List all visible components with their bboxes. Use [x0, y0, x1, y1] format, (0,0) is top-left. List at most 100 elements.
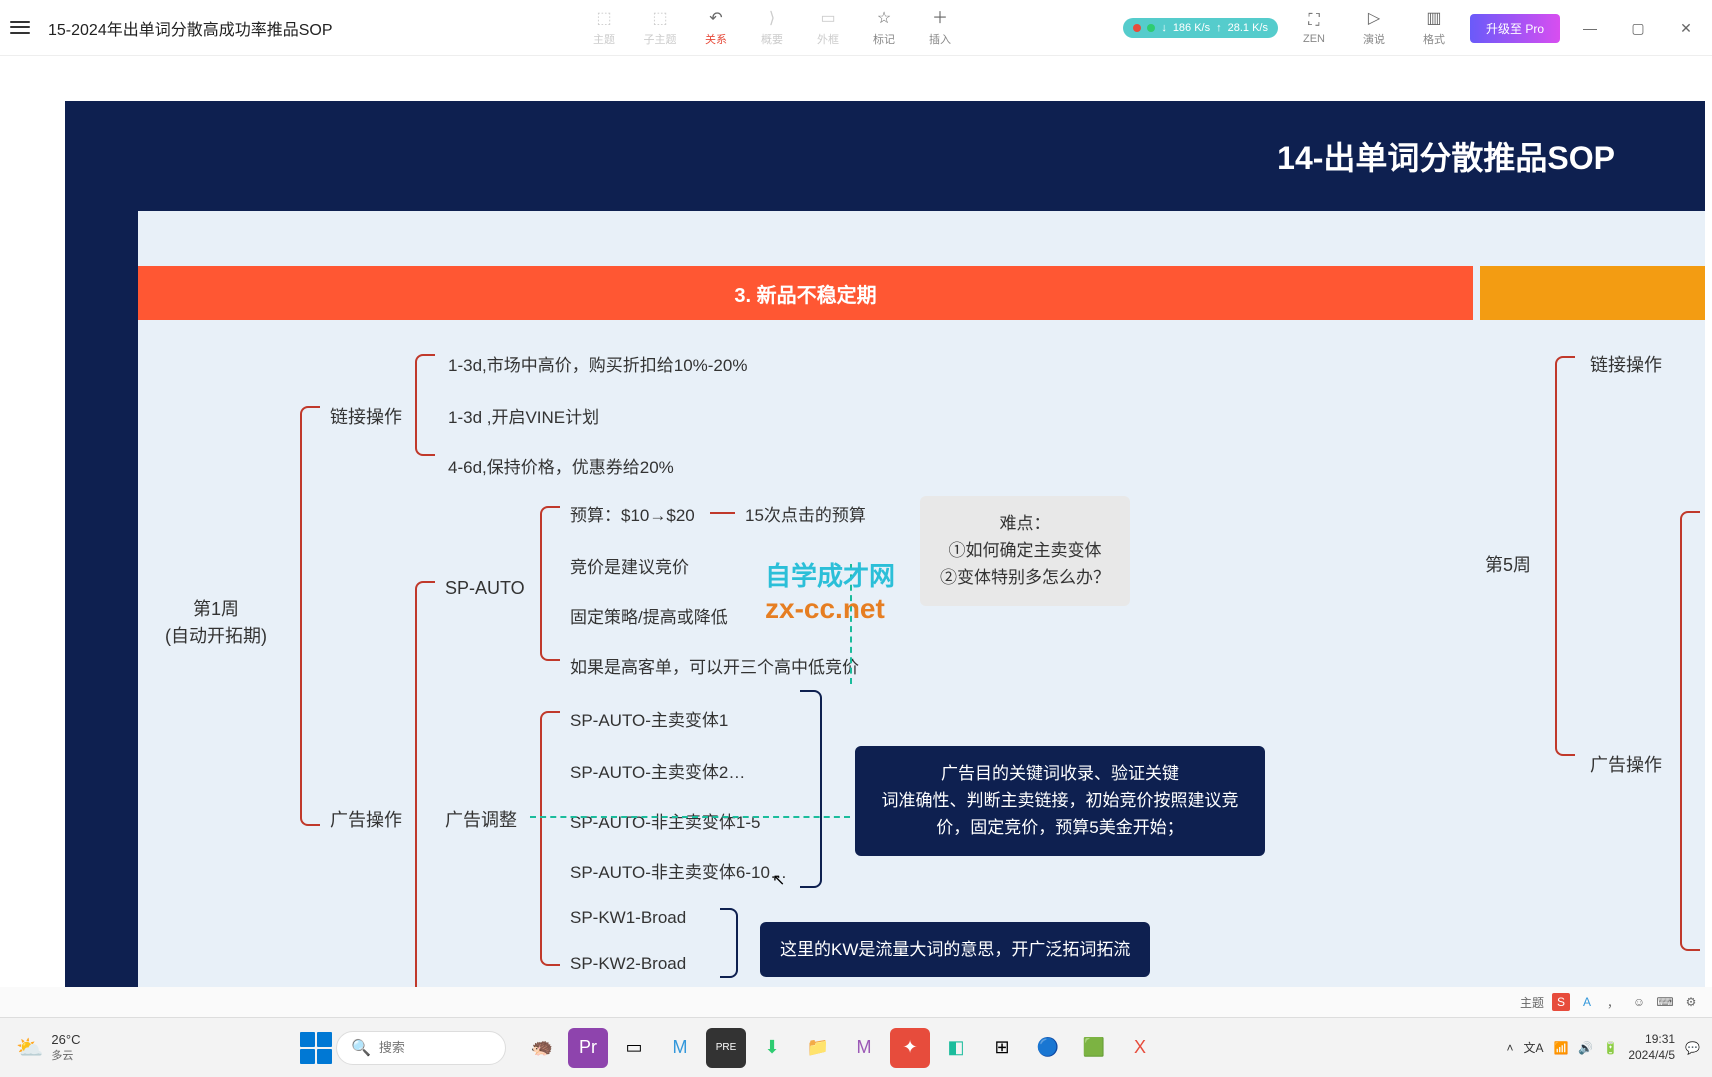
- ime-icon[interactable]: S: [1552, 993, 1570, 1011]
- zen-button[interactable]: ⛶ZEN: [1290, 4, 1338, 52]
- taskbar: ⛅ 26°C 多云 🔍 🦔 Pr ▭ M PRE ⬇ 📁 M ✦ ◧ ⊞ 🔵 🟩…: [0, 1017, 1712, 1077]
- bracket-link: [415, 354, 435, 456]
- canvas[interactable]: 14-出单词分散推品SOP 3. 新品不稳定期 第1周(自动开拓期) 链接操作 …: [0, 56, 1712, 1017]
- adj-item-2[interactable]: SP-AUTO-主卖变体2…: [570, 758, 745, 783]
- tray-lang-icon[interactable]: 文A: [1523, 1039, 1543, 1056]
- theme-button[interactable]: ⬚主题: [580, 4, 628, 52]
- dark-callout-1[interactable]: 广告目的关键词收录、验证关键词准确性、判断主卖链接，初始竞价按照建议竞价，固定竞…: [855, 746, 1265, 856]
- adj-item-3[interactable]: SP-AUTO-非主卖变体1-5: [570, 808, 761, 833]
- upgrade-button[interactable]: 升级至 Pro: [1470, 14, 1560, 43]
- ime-keyboard-icon[interactable]: ⌨: [1656, 993, 1674, 1011]
- week1-node[interactable]: 第1周(自动开拓期): [165, 596, 267, 650]
- app-7[interactable]: 📁: [798, 1028, 838, 1068]
- clock-time: 19:31: [1628, 1032, 1675, 1048]
- sp-auto-node[interactable]: SP-AUTO: [445, 578, 525, 599]
- bracket-group1: [800, 690, 822, 888]
- adj-item-5[interactable]: SP-KW1-Broad: [570, 908, 686, 928]
- app-10[interactable]: ◧: [936, 1028, 976, 1068]
- app-4[interactable]: M: [660, 1028, 700, 1068]
- bracket-adj: [540, 711, 560, 966]
- status-bar: 主题 S A ， ☺ ⌨ ⚙: [0, 987, 1712, 1017]
- ad-ops-node[interactable]: 广告操作: [330, 806, 402, 832]
- chrome-icon[interactable]: 🔵: [1028, 1028, 1068, 1068]
- conn-budget: [710, 512, 735, 514]
- dark-callout-2[interactable]: 这里的KW是流量大词的意思，开广泛拓词拓流: [760, 922, 1150, 977]
- weather-desc: 多云: [51, 1047, 80, 1063]
- link-item-1[interactable]: 1-3d,市场中高价，购买折扣给10%-20%: [448, 351, 747, 376]
- section-header: 3. 新品不稳定期: [138, 266, 1473, 320]
- app-13[interactable]: 🟩: [1074, 1028, 1114, 1068]
- dash1: [850, 564, 852, 684]
- tray-volume-icon[interactable]: 🔊: [1578, 1041, 1593, 1055]
- adj-item-1[interactable]: SP-AUTO-主卖变体1: [570, 706, 728, 731]
- app-11[interactable]: ⊞: [982, 1028, 1022, 1068]
- bracket-w5b: [1680, 511, 1700, 951]
- ime-emoji-icon[interactable]: ☺: [1630, 993, 1648, 1011]
- app-5[interactable]: PRE: [706, 1028, 746, 1068]
- ime-mode-icon[interactable]: A: [1578, 993, 1596, 1011]
- start-button[interactable]: [300, 1032, 332, 1064]
- spauto-item-4[interactable]: 如果是高客单，可以开三个高中低竞价: [570, 653, 859, 678]
- link-item-3[interactable]: 4-6d,保持价格，优惠券给20%: [448, 453, 674, 478]
- present-button[interactable]: ▷演说: [1350, 4, 1398, 52]
- dark-column: [65, 211, 138, 1017]
- spauto-item-1[interactable]: 预算：$10→$20: [570, 501, 695, 526]
- main-toolbar: ⬚主题 ⬚子主题 ↶关系 ⟩概要 ▭外框 ☆标记 ＋插入: [580, 0, 964, 56]
- adj-item-4[interactable]: SP-AUTO-非主卖变体6-10…: [570, 858, 787, 883]
- search-icon: 🔍: [351, 1038, 371, 1058]
- ime-settings-icon[interactable]: ⚙: [1682, 993, 1700, 1011]
- search-input[interactable]: [379, 1040, 491, 1055]
- ad-ops-2[interactable]: 广告操作: [1590, 751, 1662, 777]
- link-ops-2[interactable]: 链接操作: [1590, 351, 1662, 377]
- insert-button[interactable]: ＋插入: [916, 4, 964, 52]
- network-indicator: ↓186 K/s ↑28.1 K/s: [1123, 18, 1278, 38]
- boundary-button[interactable]: ▭外框: [804, 4, 852, 52]
- tray-up-icon[interactable]: ˄: [1506, 1041, 1513, 1055]
- statusbar-label: 主题: [1520, 994, 1544, 1011]
- minimize-button[interactable]: —: [1572, 14, 1608, 42]
- slide-title: 14-出单词分散推品SOP: [1277, 133, 1615, 179]
- app-14[interactable]: X: [1120, 1028, 1160, 1068]
- taskbar-search[interactable]: 🔍: [336, 1031, 506, 1065]
- bracket-adops: [415, 581, 435, 1017]
- summary-button[interactable]: ⟩概要: [748, 4, 796, 52]
- app-1[interactable]: 🦔: [522, 1028, 562, 1068]
- tray-battery-icon[interactable]: 🔋: [1603, 1041, 1618, 1055]
- relation-button[interactable]: ↶关系: [692, 4, 740, 52]
- subtheme-button[interactable]: ⬚子主题: [636, 4, 684, 52]
- link-ops-node[interactable]: 链接操作: [330, 403, 402, 429]
- gray-callout[interactable]: 难点：①如何确定主卖变体②变体特别多怎么办？: [920, 496, 1130, 606]
- app-2[interactable]: Pr: [568, 1028, 608, 1068]
- adj-item-6[interactable]: SP-KW2-Broad: [570, 954, 686, 974]
- section-title: 3. 新品不稳定期: [734, 279, 876, 308]
- clock-date: 2024/4/5: [1628, 1048, 1675, 1064]
- week5-node[interactable]: 第5周: [1485, 552, 1531, 579]
- app-6[interactable]: ⬇: [752, 1028, 792, 1068]
- bracket-w5: [1555, 356, 1575, 756]
- notification-icon[interactable]: 💬: [1685, 1041, 1700, 1055]
- bracket-main: [300, 406, 320, 826]
- document-title: 15-2024年出单词分散高成功率推品SOP: [48, 16, 333, 40]
- app-3[interactable]: ▭: [614, 1028, 654, 1068]
- link-item-2[interactable]: 1-3d ,开启VINE计划: [448, 403, 599, 428]
- taskbar-clock[interactable]: 19:31 2024/4/5: [1628, 1032, 1675, 1063]
- tray-wifi-icon[interactable]: 📶: [1553, 1041, 1568, 1055]
- weather-widget[interactable]: ⛅ 26°C 多云: [0, 1032, 96, 1063]
- close-button[interactable]: ✕: [1668, 14, 1704, 42]
- slide-title-band: 14-出单词分散推品SOP: [65, 101, 1705, 211]
- maximize-button[interactable]: ▢: [1620, 14, 1656, 42]
- budget-note[interactable]: 15次点击的预算: [745, 501, 866, 526]
- weather-temp: 26°C: [51, 1032, 80, 1047]
- app-9[interactable]: ✦: [890, 1028, 930, 1068]
- section-header-2: [1480, 266, 1705, 320]
- ad-adj-node[interactable]: 广告调整: [445, 806, 517, 832]
- marker-button[interactable]: ☆标记: [860, 4, 908, 52]
- weather-icon: ⛅: [16, 1035, 43, 1061]
- app-8[interactable]: M: [844, 1028, 884, 1068]
- ime-punct-icon[interactable]: ，: [1604, 993, 1622, 1011]
- spauto-item-2[interactable]: 竞价是建议竞价: [570, 553, 689, 578]
- bracket-group2: [720, 908, 738, 978]
- format-button[interactable]: ▥格式: [1410, 4, 1458, 52]
- hamburger-menu[interactable]: [8, 16, 32, 40]
- spauto-item-3[interactable]: 固定策略/提高或降低: [570, 603, 728, 628]
